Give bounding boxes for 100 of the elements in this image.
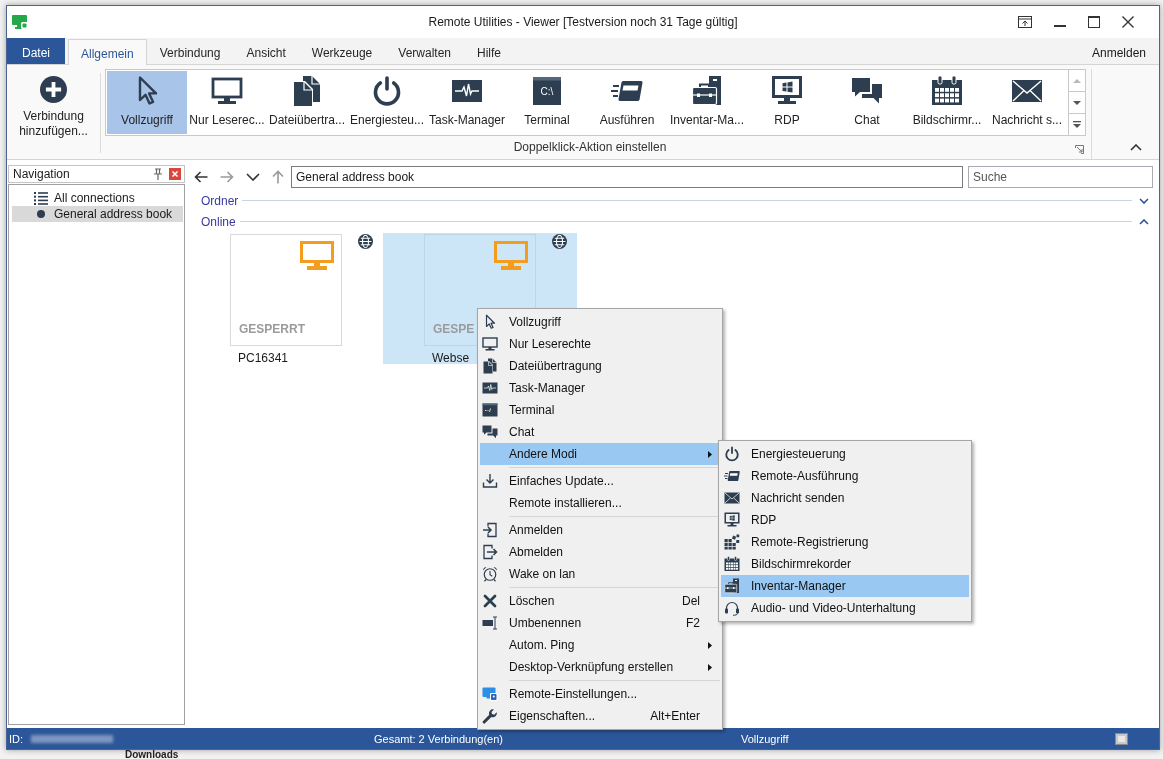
menu-item[interactable]: Umbenennen F2 [480, 612, 720, 634]
caret-up-icon[interactable] [1130, 144, 1142, 151]
address-field[interactable]: General address book [291, 166, 963, 188]
menu-item[interactable]: Remote installieren... [480, 492, 720, 514]
menu-item[interactable]: Inventar-Manager [721, 575, 969, 597]
search-field[interactable]: Suche [968, 166, 1153, 188]
menu-item[interactable]: Anmelden [480, 519, 720, 541]
gallery-item[interactable]: Nachricht s... [987, 71, 1067, 134]
tree-item[interactable]: General address book [12, 206, 183, 222]
menu-item[interactable]: Löschen Del [480, 590, 720, 612]
menu-item[interactable]: Desktop-Verknüpfung erstellen [480, 656, 720, 678]
gallery-item[interactable]: Task-Manager [427, 71, 507, 134]
connection-tile[interactable]: GESPERRT PC16341 [189, 233, 383, 364]
gallery-item[interactable]: C:\ Terminal [507, 71, 587, 134]
power-icon [371, 75, 403, 107]
corner-arrow-icon[interactable] [1075, 144, 1084, 154]
menu-item[interactable]: Remote-Einstellungen... [480, 683, 720, 705]
monitor-icon [211, 75, 243, 107]
file-tab[interactable]: Datei [7, 38, 65, 64]
ribbon-tab[interactable]: Allgemein [68, 39, 147, 65]
caret-up-icon [1073, 78, 1081, 83]
gallery-item[interactable]: Bildschirmr... [907, 71, 987, 134]
envelope-icon [724, 490, 740, 506]
chat-icon [482, 424, 498, 440]
submenu-arrow-icon [708, 663, 712, 671]
menu-item[interactable]: Andere Modi [480, 443, 720, 465]
tree-item[interactable]: All connections [12, 190, 183, 206]
sign-in-link[interactable]: Anmelden [1078, 38, 1159, 64]
menu-item[interactable]: Nachricht senden [721, 487, 969, 509]
gallery-item[interactable]: Chat [827, 71, 907, 134]
gallery-item[interactable]: Dateiübertra... [267, 71, 347, 134]
caret-down-line-icon [1073, 121, 1081, 128]
gallery-item[interactable]: Energiesteu... [347, 71, 427, 134]
menu-item[interactable]: Bildschirmrekorder [721, 553, 969, 575]
ribbon-tab[interactable]: Ansicht [233, 38, 299, 64]
gallery-item[interactable]: Vollzugriff [107, 71, 187, 134]
terminal-icon [482, 402, 498, 418]
section-header[interactable]: Ordner [189, 190, 1159, 211]
menu-item[interactable]: Abmelden [480, 541, 720, 563]
pin-icon[interactable] [152, 168, 164, 180]
download-icon [482, 473, 498, 489]
alarm-clock-icon [482, 566, 498, 582]
briefcase-server-icon [724, 578, 740, 594]
power-icon [724, 446, 740, 462]
lock-status-text: GESPE [433, 322, 475, 336]
menu-item[interactable]: RDP [721, 509, 969, 531]
menu-item[interactable]: Remote-Ausführung [721, 465, 969, 487]
lock-status-text: GESPERRT [239, 322, 305, 336]
caret-down-icon [1073, 100, 1081, 105]
menu-item[interactable]: Task-Manager [480, 377, 720, 399]
list-icon [34, 191, 48, 205]
group-label: Doppelklick-Aktion einstellen [512, 140, 668, 154]
ribbon-tab[interactable]: Verbindung [146, 38, 234, 64]
maximize-icon[interactable] [1088, 16, 1100, 28]
gallery-item[interactable]: Nur Leserec... [187, 71, 267, 134]
connection-name: PC16341 [237, 351, 289, 365]
section-header[interactable]: Online [189, 211, 1159, 232]
briefcase-server-icon [691, 75, 723, 107]
window-title: Remote Utilities - Viewer [Testversion noch 31 Tage gültig] [428, 15, 738, 29]
left-arrow-icon[interactable] [194, 171, 208, 183]
window-arrow-up-icon[interactable] [1018, 16, 1032, 28]
status-total-text: Gesamt: 2 Verbindung(en) [374, 732, 505, 745]
add-connection-button[interactable]: Verbindung hinzufügen... [9, 65, 98, 159]
menu-item[interactable]: Einfaches Update... [480, 470, 720, 492]
shortcut-text: F2 [686, 616, 700, 630]
expand-gallery-button[interactable] [1069, 114, 1086, 136]
calendar-icon [931, 75, 963, 107]
chevron-down-icon[interactable] [246, 173, 260, 181]
menu-item[interactable]: Terminal [480, 399, 720, 421]
menu-item[interactable]: Eigenschaften... Alt+Enter [480, 705, 720, 727]
text-field-cursor-icon [482, 615, 498, 631]
ribbon-tab[interactable]: Hilfe [464, 38, 514, 64]
blocks-icon [724, 534, 740, 550]
app-logo-icon [12, 14, 28, 30]
submenu-arrow-icon [708, 641, 712, 649]
menu-item[interactable]: Autom. Ping [480, 634, 720, 656]
menu-item[interactable]: Energiesteuerung [721, 443, 969, 465]
menu-item[interactable]: Audio- und Video-Unterhaltung [721, 597, 969, 619]
close-panel-icon[interactable] [169, 168, 181, 180]
heartbeat-icon [482, 380, 498, 396]
sign-out-icon [482, 544, 498, 560]
terminal-icon: C:\ [531, 75, 563, 107]
monitor-window-icon [771, 75, 803, 107]
ribbon-tab[interactable]: Werkzeuge [298, 38, 386, 64]
page-heading: Downloads [125, 750, 180, 759]
gallery-item[interactable]: Inventar-Ma... [667, 71, 747, 134]
close-icon[interactable] [1122, 16, 1134, 28]
gallery-item[interactable]: Ausführen [587, 71, 667, 134]
ribbon-tab[interactable]: Verwalten [385, 38, 464, 64]
globe-icon [358, 234, 373, 249]
menu-item[interactable]: Wake on lan [480, 563, 720, 585]
cross-icon [482, 593, 498, 609]
scroll-down-button[interactable] [1069, 92, 1086, 114]
menu-item[interactable]: Remote-Registrierung [721, 531, 969, 553]
wrench-icon [482, 708, 498, 724]
documents-icon [291, 75, 323, 107]
gallery-item[interactable]: RDP [747, 71, 827, 134]
menu-item[interactable]: Chat [480, 421, 720, 443]
sign-in-icon [482, 522, 498, 538]
speeding-card-icon [724, 468, 740, 484]
